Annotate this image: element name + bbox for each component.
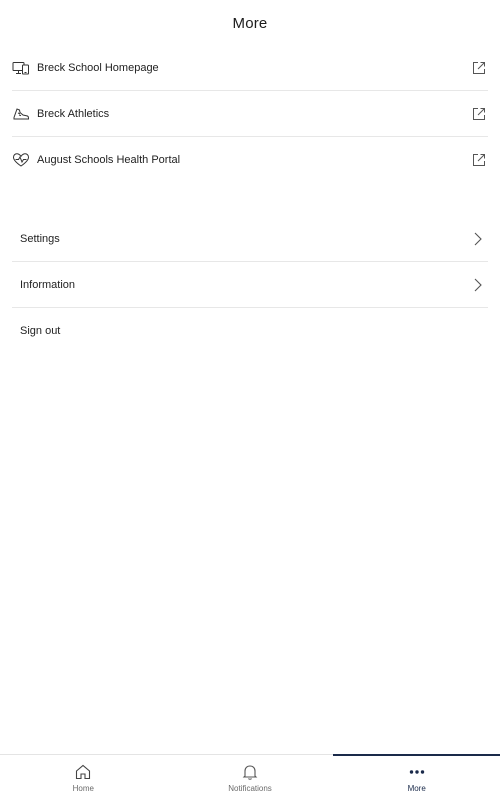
link-august-schools-health-portal[interactable]: August Schools Health Portal — [12, 137, 488, 183]
external-link-icon — [471, 152, 487, 168]
sign-out-label: Sign out — [20, 325, 61, 337]
chevron-right-icon — [472, 231, 484, 247]
tab-label: Notifications — [228, 784, 272, 793]
link-label: Breck Athletics — [37, 107, 110, 120]
information-label: Information — [20, 278, 76, 291]
bottom-tab-bar: Home Notifications More — [0, 754, 500, 800]
tab-label: Home — [72, 784, 94, 793]
more-dots-icon — [408, 763, 426, 781]
link-label: Breck School Homepage — [37, 61, 159, 74]
settings-label: Settings — [20, 232, 60, 245]
tab-notifications[interactable]: Notifications — [167, 755, 334, 800]
bell-icon — [241, 763, 259, 781]
header: More — [0, 0, 500, 45]
devices-icon — [12, 59, 30, 77]
settings-list: Settings Information Sign out — [12, 216, 488, 354]
page-title: More — [232, 15, 268, 32]
external-links-list: Breck School Homepage Breck Athletics Au… — [12, 45, 488, 183]
sneaker-icon — [12, 105, 30, 123]
home-icon — [74, 763, 92, 781]
settings-row[interactable]: Settings — [12, 216, 488, 262]
sign-out-button[interactable]: Sign out — [12, 308, 488, 354]
external-link-icon — [471, 106, 487, 122]
external-link-icon — [471, 60, 487, 76]
tab-home[interactable]: Home — [0, 755, 167, 800]
tab-label: More — [407, 784, 426, 793]
link-breck-athletics[interactable]: Breck Athletics — [12, 91, 488, 137]
chevron-right-icon — [472, 277, 484, 293]
heart-pulse-icon — [12, 151, 30, 169]
link-breck-school-homepage[interactable]: Breck School Homepage — [12, 45, 488, 91]
information-row[interactable]: Information — [12, 262, 488, 308]
tab-more[interactable]: More — [333, 754, 500, 800]
more-screen: More Breck School Homepage Breck Athleti… — [0, 0, 500, 800]
link-label: August Schools Health Portal — [37, 154, 181, 166]
